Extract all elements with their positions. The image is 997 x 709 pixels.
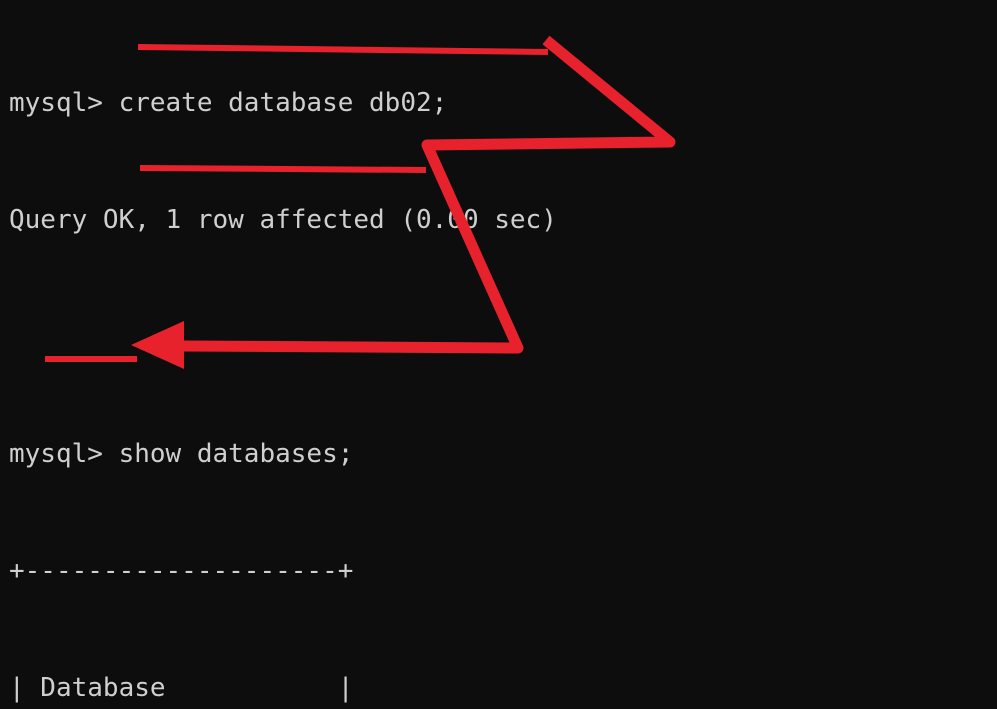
terminal-line: | Database | [9, 673, 354, 703]
terminal-line: mysql> show databases; [9, 439, 354, 469]
terminal-line: mysql> create database db02; [9, 88, 448, 118]
terminal-line: Query OK, 1 row affected (0.00 sec) [9, 205, 557, 235]
terminal-output[interactable]: mysql> create database db02; Query OK, 1… [0, 0, 997, 709]
terminal-screen: mysql> create database db02; Query OK, 1… [0, 0, 997, 709]
terminal-line: +--------------------+ [9, 556, 354, 586]
